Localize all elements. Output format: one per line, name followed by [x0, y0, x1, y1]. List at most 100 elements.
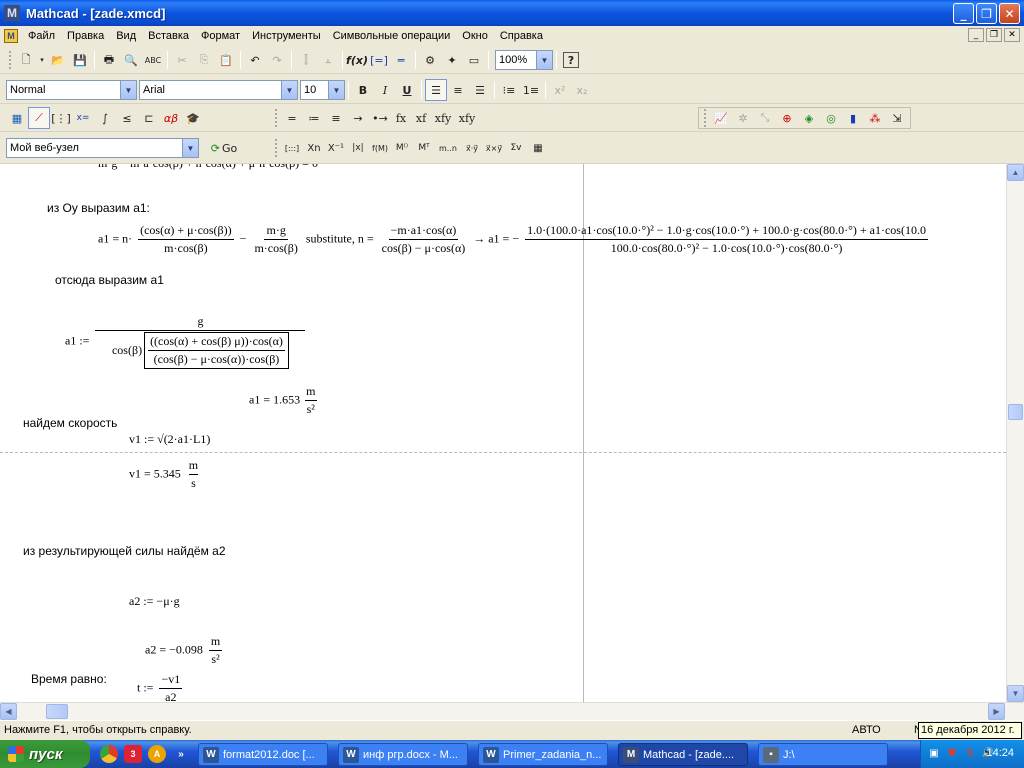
- insert-matrix-button[interactable]: [:::]: [281, 137, 303, 159]
- save-icon[interactable]: 💾: [69, 49, 91, 71]
- chevron-down-icon[interactable]: ▼: [281, 81, 297, 99]
- menu-edit[interactable]: Правка: [61, 27, 110, 45]
- antivirus-icon[interactable]: ⛊: [945, 746, 959, 760]
- text-express-from-oy[interactable]: из Оу выразим а1:: [47, 201, 150, 215]
- chevron-down-icon[interactable]: ▼: [120, 81, 136, 99]
- document-icon[interactable]: M: [4, 29, 18, 43]
- prefix-operator-button[interactable]: fx: [391, 107, 411, 129]
- new-file-icon[interactable]: 🗋: [15, 49, 37, 71]
- insert-unit-icon[interactable]: [=]: [368, 49, 390, 71]
- equation-a1-definition[interactable]: a1 := g cos(β) ((cos(α) + cos(β) μ))·cos…: [65, 314, 308, 369]
- task-mathcad[interactable]: M Mathcad - [zade....: [618, 743, 748, 766]
- programming-palette-icon[interactable]: ⊏: [138, 107, 160, 129]
- doc-minimize-button[interactable]: _: [968, 28, 984, 42]
- redo-icon[interactable]: ↷: [266, 49, 288, 71]
- task-inf-rgr[interactable]: W инф ргр.docx - M...: [338, 743, 468, 766]
- zoom-plot-icon[interactable]: ⤡: [754, 107, 776, 129]
- vector-field-icon[interactable]: ⇲: [886, 107, 908, 129]
- zoom-select[interactable]: 100% ▼: [495, 50, 553, 70]
- doc-close-button[interactable]: ✕: [1004, 28, 1020, 42]
- resources-icon[interactable]: ✦: [441, 49, 463, 71]
- treefix-operator-button[interactable]: xfy: [455, 107, 479, 129]
- cross-product-button[interactable]: x⃗×y⃗: [483, 137, 505, 159]
- chevron-down-icon[interactable]: ▼: [328, 81, 344, 99]
- insert-component-icon[interactable]: ⚙: [419, 49, 441, 71]
- scroll-down-icon[interactable]: ▼: [1007, 685, 1024, 702]
- italic-button[interactable]: I: [374, 79, 396, 101]
- doc-restore-button[interactable]: ❐: [986, 28, 1002, 42]
- print-icon[interactable]: 🖶: [98, 49, 120, 71]
- text-resultant-force[interactable]: из результирующей силы найдём а2: [23, 544, 226, 558]
- menu-help[interactable]: Справка: [494, 27, 549, 45]
- text-time-equals[interactable]: Время равно:: [31, 672, 107, 686]
- trace-icon[interactable]: ⊕: [776, 107, 798, 129]
- symbolic-equals-button[interactable]: =: [281, 107, 303, 129]
- copy-icon[interactable]: ⎘: [193, 49, 215, 71]
- text-express-a1[interactable]: отсюда выразим а1: [55, 273, 164, 287]
- scroll-left-icon[interactable]: ◀: [0, 703, 17, 720]
- align-down-icon[interactable]: ⫠: [317, 49, 339, 71]
- surface-plot-icon[interactable]: ◈: [798, 107, 820, 129]
- result-a1[interactable]: a1 = 1.653 m s²: [249, 384, 320, 417]
- vertical-scroll-thumb[interactable]: [1008, 404, 1023, 420]
- new-dropdown-icon[interactable]: ▾: [37, 49, 47, 71]
- aimp-icon[interactable]: A: [148, 745, 166, 763]
- numbering-icon[interactable]: 1≡: [520, 79, 542, 101]
- cut-icon[interactable]: ✂: [171, 49, 193, 71]
- greek-palette-icon[interactable]: αβ: [160, 107, 182, 129]
- spellcheck-icon[interactable]: ABC: [142, 49, 164, 71]
- scatter-plot-icon[interactable]: ⁂: [864, 107, 886, 129]
- bar-plot-icon[interactable]: ▮: [842, 107, 864, 129]
- mathcad-app-icon[interactable]: M: [4, 5, 20, 21]
- paste-icon[interactable]: 📋: [215, 49, 237, 71]
- hyperlink-icon[interactable]: ▭: [463, 49, 485, 71]
- symbolic-define-button[interactable]: ≔: [303, 107, 325, 129]
- bold-button[interactable]: B: [352, 79, 374, 101]
- determinant-button[interactable]: |x|: [347, 137, 369, 159]
- result-v1[interactable]: v1 = 5.345 ms: [129, 458, 203, 491]
- symbolic-palette-icon[interactable]: 🎓: [182, 107, 204, 129]
- style-select[interactable]: Normal ▼: [6, 80, 137, 100]
- equation-t-definition[interactable]: t := −v1 a2: [137, 672, 185, 702]
- web-address-select[interactable]: Мой веб-узел ▼: [6, 138, 199, 158]
- matrix-inverse-button[interactable]: X⁻¹: [325, 137, 347, 159]
- subscript-icon[interactable]: x₂: [571, 79, 593, 101]
- clock[interactable]: 14:24: [986, 747, 1014, 759]
- undo-icon[interactable]: ↶: [244, 49, 266, 71]
- 3dmax-icon[interactable]: 3: [124, 745, 142, 763]
- picture-button[interactable]: ▦: [527, 137, 549, 159]
- quick-launch-more-icon[interactable]: »: [172, 745, 190, 763]
- superscript-icon[interactable]: x²: [549, 79, 571, 101]
- equation-a2-definition[interactable]: a2 := −μ·g: [129, 594, 180, 609]
- align-right-icon[interactable]: ☰: [469, 79, 491, 101]
- toolbar-grip[interactable]: [9, 51, 12, 69]
- menu-view[interactable]: Вид: [110, 27, 142, 45]
- font-select[interactable]: Arial ▼: [139, 80, 298, 100]
- vectorize-button[interactable]: f(M): [369, 137, 391, 159]
- align-across-icon[interactable]: ⫿: [295, 49, 317, 71]
- print-preview-icon[interactable]: 🔍: [120, 49, 142, 71]
- infix-operator-button[interactable]: xfy: [431, 107, 455, 129]
- symbolic-evaluate-button[interactable]: →: [347, 107, 369, 129]
- safely-remove-icon[interactable]: ▣: [927, 746, 941, 760]
- network-icon[interactable]: ⇅: [963, 746, 977, 760]
- vertical-scrollbar[interactable]: ▲ ▼: [1006, 164, 1024, 702]
- matrix-column-button[interactable]: M⁽⁾: [391, 137, 413, 159]
- menu-tools[interactable]: Инструменты: [246, 27, 327, 45]
- worksheet[interactable]: m·g − m·a·cos(β) + n·cos(α) + μ·n·cos(β)…: [0, 164, 1006, 702]
- menu-insert[interactable]: Вставка: [142, 27, 195, 45]
- open-folder-icon[interactable]: 📂: [47, 49, 69, 71]
- horizontal-scroll-thumb[interactable]: [46, 704, 68, 719]
- transpose-button[interactable]: Mᵀ: [413, 137, 435, 159]
- restore-button[interactable]: ❐: [976, 3, 997, 24]
- go-button[interactable]: ⟳ Go: [205, 137, 243, 159]
- bullets-icon[interactable]: ⁝≡: [498, 79, 520, 101]
- text-find-speed[interactable]: найдем скорость: [23, 416, 117, 430]
- underline-button[interactable]: U: [396, 79, 418, 101]
- calculate-icon[interactable]: ═: [390, 49, 412, 71]
- matrix-subscript-button[interactable]: Xn: [303, 137, 325, 159]
- result-a2[interactable]: a2 = −0.098 m s²: [145, 634, 225, 667]
- font-size-select[interactable]: 10 ▼: [300, 80, 345, 100]
- insert-function-icon[interactable]: f(x): [346, 49, 368, 71]
- graph-palette-icon[interactable]: ⟋: [28, 107, 50, 129]
